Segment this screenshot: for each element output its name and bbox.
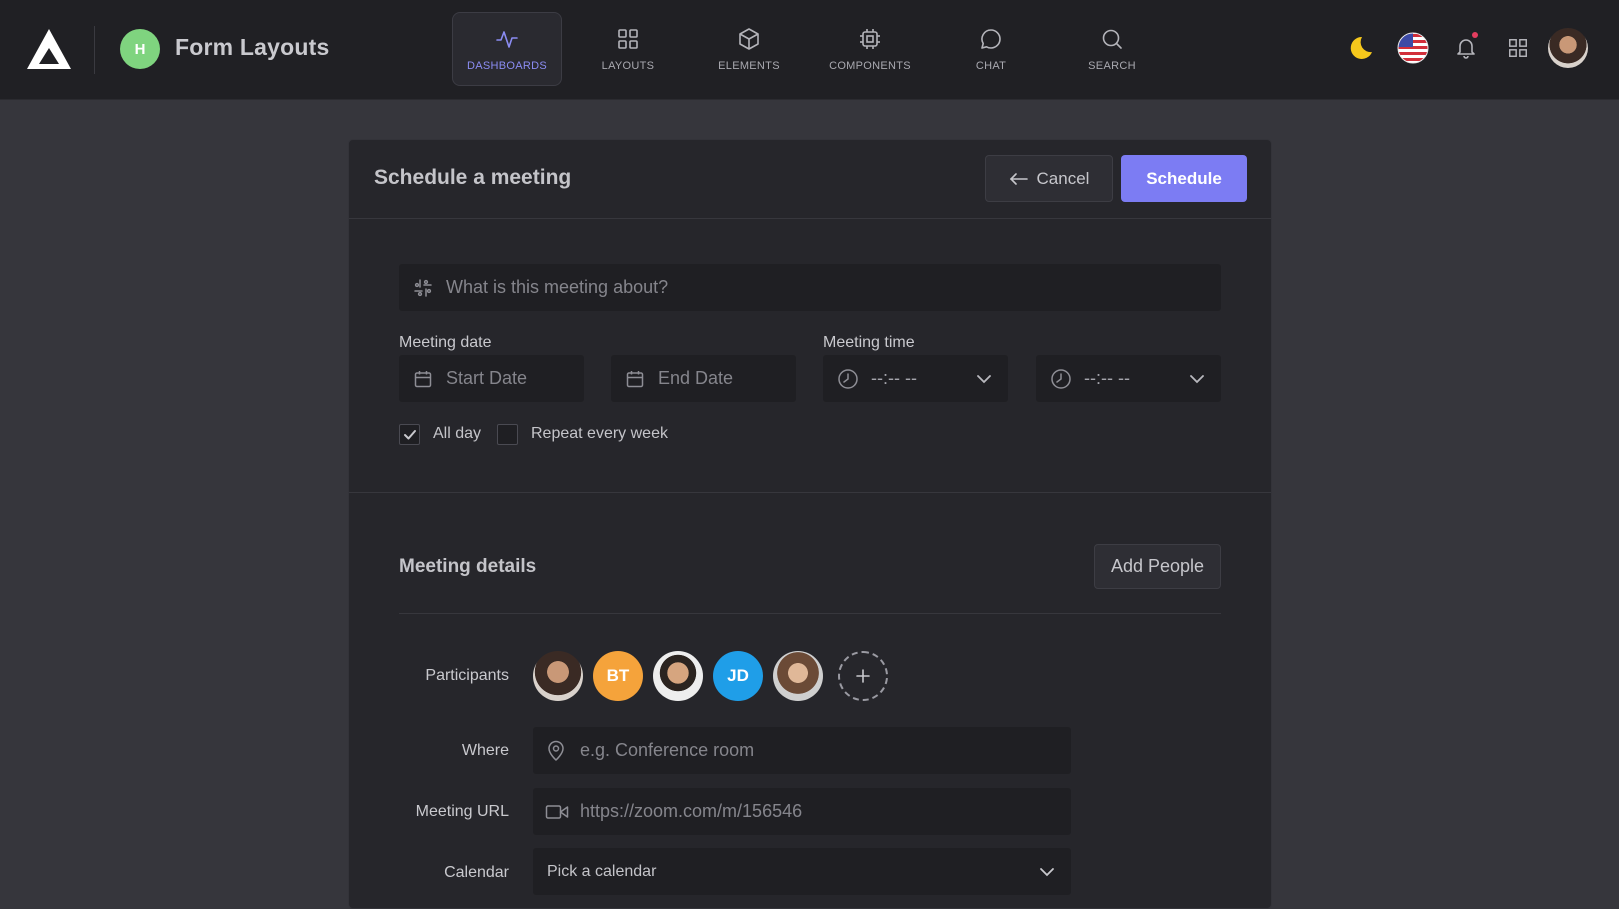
start-time-select[interactable]: --:-- -- — [823, 355, 1008, 402]
top-navbar: H Form Layouts DASHBOARDS LAYOUTS ELEMEN… — [0, 0, 1619, 100]
header-divider — [94, 26, 95, 74]
theme-toggle[interactable] — [1340, 28, 1380, 68]
checkmark-icon — [403, 429, 416, 439]
chevron-down-icon — [977, 374, 991, 383]
participants-label: Participants — [425, 667, 509, 684]
add-participant-button[interactable] — [838, 651, 888, 701]
search-icon — [1102, 29, 1122, 49]
nav-label: COMPONENTS — [829, 59, 911, 72]
chevron-down-icon — [1040, 867, 1054, 876]
where-label: Where — [461, 742, 509, 759]
end-time-select[interactable]: --:-- -- — [1036, 355, 1221, 402]
all-day-checkbox[interactable] — [399, 424, 420, 445]
chevron-down-icon — [1190, 374, 1204, 383]
repeat-weekly-label[interactable]: Repeat every week — [531, 425, 668, 443]
cancel-button[interactable]: Cancel — [985, 155, 1113, 202]
bell-icon — [1457, 39, 1475, 59]
where-input[interactable]: e.g. Conference room — [533, 727, 1071, 774]
calendar-label: Calendar — [444, 864, 509, 881]
section-divider — [349, 492, 1271, 493]
us-flag-icon — [1397, 32, 1429, 64]
card-header: Schedule a meeting Cancel Schedule — [349, 140, 1271, 219]
calendar-select[interactable]: Pick a calendar — [533, 848, 1071, 895]
map-pin-icon — [548, 740, 564, 761]
plus-icon — [856, 669, 870, 683]
card-title: Schedule a meeting — [374, 166, 572, 189]
arrow-left-icon — [1009, 172, 1028, 185]
nav-components[interactable]: COMPONENTS — [815, 12, 925, 86]
moon-icon — [1350, 36, 1372, 59]
participant-avatar-initials[interactable]: BT — [593, 651, 643, 701]
add-people-label: Add People — [1110, 556, 1205, 576]
meeting-url-placeholder: https://zoom.com/m/156546 — [580, 801, 803, 821]
details-divider — [399, 613, 1221, 614]
repeat-weekly-checkbox[interactable] — [497, 424, 518, 445]
language-selector[interactable] — [1393, 28, 1433, 68]
calendar-icon — [626, 370, 644, 387]
nav-label: DASHBOARDS — [466, 59, 548, 72]
video-camera-icon — [545, 804, 569, 819]
start-date-placeholder: Start Date — [446, 368, 528, 388]
start-date-input[interactable]: Start Date — [399, 355, 584, 402]
participant-avatar[interactable] — [533, 651, 583, 701]
participant-avatar[interactable] — [653, 651, 703, 701]
meeting-url-input[interactable]: https://zoom.com/m/156546 — [533, 788, 1071, 835]
chat-bubble-icon — [981, 28, 1001, 49]
grid-icon — [618, 28, 638, 49]
nav-label: LAYOUTS — [601, 59, 655, 72]
apps-grid-icon — [1509, 39, 1527, 57]
clock-icon — [1051, 368, 1071, 389]
user-avatar[interactable] — [1548, 28, 1588, 68]
meeting-about-input[interactable]: What is this meeting about? — [399, 264, 1221, 311]
schedule-meeting-card: Schedule a meeting Cancel Schedule What … — [348, 139, 1272, 909]
nav-label: CHAT — [975, 59, 1007, 72]
participant-initials: BT — [606, 666, 630, 685]
all-day-label[interactable]: All day — [433, 425, 481, 443]
brand-avatar[interactable]: H — [120, 29, 160, 69]
participant-avatar[interactable] — [773, 651, 823, 701]
nav-label: ELEMENTS — [718, 59, 780, 72]
add-people-button[interactable]: Add People — [1094, 544, 1221, 589]
calendar-icon — [414, 370, 432, 387]
slack-icon — [414, 278, 432, 297]
calendar-value: Pick a calendar — [547, 862, 657, 880]
end-date-placeholder: End Date — [658, 368, 734, 388]
meeting-time-label: Meeting time — [823, 334, 915, 351]
apps-button[interactable] — [1498, 28, 1538, 68]
page-title: Form Layouts — [175, 34, 330, 60]
meeting-about-placeholder: What is this meeting about? — [446, 277, 669, 297]
logo-icon[interactable] — [26, 28, 72, 70]
cpu-icon — [860, 28, 880, 49]
participant-avatar-initials[interactable]: JD — [713, 651, 763, 701]
where-placeholder: e.g. Conference room — [580, 740, 755, 760]
participant-initials: JD — [727, 666, 749, 685]
meeting-url-label: Meeting URL — [415, 803, 509, 820]
notifications-button[interactable] — [1446, 28, 1486, 68]
activity-icon — [496, 30, 518, 48]
schedule-button[interactable]: Schedule — [1121, 155, 1247, 202]
meeting-date-label: Meeting date — [399, 334, 492, 351]
nav-search[interactable]: SEARCH — [1057, 12, 1167, 86]
end-date-input[interactable]: End Date — [611, 355, 796, 402]
end-time-value: --:-- -- — [1084, 368, 1130, 388]
start-time-value: --:-- -- — [871, 368, 917, 388]
nav-dashboards[interactable]: DASHBOARDS — [452, 12, 562, 86]
box-icon — [739, 27, 759, 50]
cancel-label: Cancel — [1036, 168, 1090, 188]
nav-layouts[interactable]: LAYOUTS — [573, 12, 683, 86]
nav-chat[interactable]: CHAT — [936, 12, 1046, 86]
schedule-label: Schedule — [1146, 168, 1222, 188]
clock-icon — [838, 368, 858, 389]
notification-dot — [1472, 32, 1478, 38]
nav-label: SEARCH — [1088, 59, 1136, 72]
meeting-details-title: Meeting details — [399, 556, 537, 577]
nav-elements[interactable]: ELEMENTS — [694, 12, 804, 86]
